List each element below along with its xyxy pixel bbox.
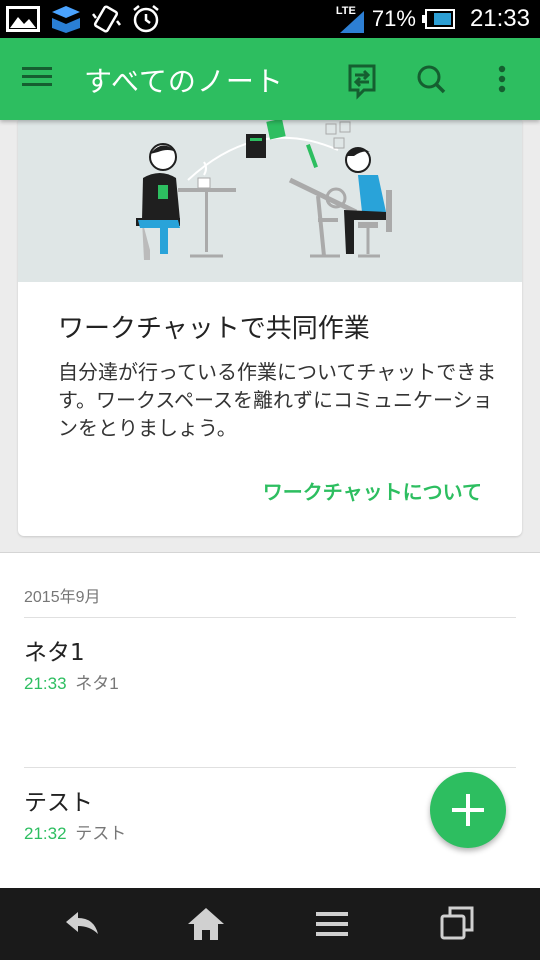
battery-icon (421, 9, 455, 29)
menu-icon[interactable] (310, 904, 354, 944)
add-note-button[interactable] (430, 772, 506, 848)
note-item[interactable]: ネタ1 21:33 ネタ1 (0, 617, 540, 757)
app-bar: すべてのノート (0, 38, 540, 120)
promo-card: ワークチャットで共同作業 自分達が行っている作業についてチャットできます。ワーク… (18, 120, 522, 536)
learn-work-chat-link[interactable]: ワークチャットについて (263, 476, 482, 505)
note-meta: 21:32 テスト (24, 819, 126, 844)
status-time: 21:33 (469, 5, 530, 32)
alarm-icon (133, 5, 159, 33)
promo-body: 自分達が行っている作業についてチャットできます。ワークスペースを離れずにコミュニ… (58, 360, 497, 440)
note-snippet: ネタ1 (75, 674, 119, 693)
more-vert-icon[interactable] (484, 60, 520, 100)
battery-percent: 71% (371, 6, 416, 31)
status-bar: LTE 71% 21:33 (0, 0, 540, 38)
section-header-date: 2015年9月 (24, 589, 101, 606)
note-snippet: テスト (75, 824, 127, 843)
sync-icon[interactable] (342, 60, 382, 100)
note-title: テスト (24, 790, 93, 816)
search-icon[interactable] (412, 60, 452, 100)
menu-icon[interactable] (22, 62, 62, 96)
home-icon[interactable] (184, 904, 228, 944)
note-title: ネタ1 (24, 640, 85, 666)
promo-title: ワークチャットで共同作業 (58, 314, 370, 344)
dropbox-icon (52, 6, 80, 33)
note-time: 21:33 (24, 674, 67, 693)
recent-apps-icon[interactable] (436, 904, 480, 944)
gallery-icon (6, 6, 40, 32)
note-time: 21:32 (24, 824, 67, 843)
vibrate-icon (92, 5, 121, 33)
promo-area: ワークチャットで共同作業 自分達が行っている作業についてチャットできます。ワーク… (0, 120, 540, 552)
note-meta: 21:33 ネタ1 (24, 669, 119, 694)
page-title: すべてのノート (84, 65, 284, 98)
back-icon[interactable] (60, 904, 104, 944)
navigation-bar (0, 888, 540, 960)
work-chat-illustration (18, 120, 522, 282)
signal-icon: LTE (336, 3, 366, 35)
